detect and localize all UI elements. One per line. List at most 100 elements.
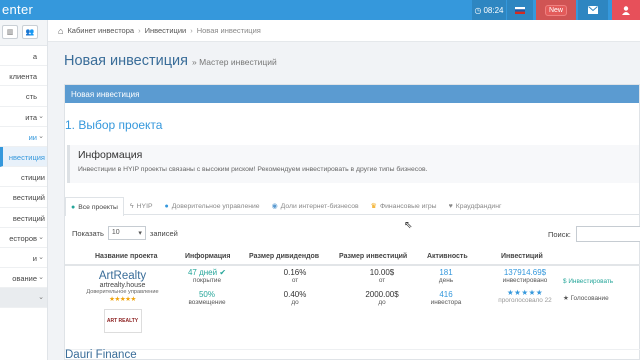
project-logo[interactable]: ART REALTY <box>103 309 142 333</box>
investment-to-label: до <box>378 299 386 306</box>
chart-icon[interactable]: ▥ <box>2 25 18 39</box>
coverage-days-unit: дней <box>199 268 218 277</box>
invested-cell: 137914.69$ инвестировано ★★★★★ проголосо… <box>485 268 565 304</box>
info-box: Информация Инвестиции в HYIP проекты свя… <box>67 145 639 183</box>
breadcrumb-home-link[interactable]: Кабинет инвестора <box>67 26 134 35</box>
sidebar-item[interactable]: и ⌄ <box>0 248 47 269</box>
tab-label: HYIP <box>136 202 153 210</box>
column-header[interactable]: Инвестиций <box>501 253 543 260</box>
top-bar: enter ◷ 08:24 New <box>0 0 640 20</box>
table-row: ArtRealty artrealty.house Доверительное … <box>65 268 640 350</box>
column-header[interactable]: Размер дивидендов <box>249 253 319 260</box>
project-name-link[interactable]: ArtRealty <box>75 270 170 282</box>
breadcrumb-section-link[interactable]: Инвестиции <box>145 26 187 35</box>
tab-label: Доверительное управление <box>171 202 260 210</box>
tab-hyip[interactable]: ϟ HYIP <box>124 196 159 215</box>
page-title-text: Новая инвестиция <box>64 53 188 69</box>
language-flag-button[interactable] <box>507 0 533 20</box>
invest-button[interactable]: $ Инвестировать <box>563 278 613 285</box>
sidebar-item[interactable]: вестиций <box>0 208 47 228</box>
tab-trust-management[interactable]: ● Доверительное управление <box>159 196 266 215</box>
sidebar-toolbar: ▥ 👥 <box>0 20 47 46</box>
tab-internet-business-shares[interactable]: ◉ Доли интернет-бизнесов <box>266 196 365 215</box>
search-control: Поиск: <box>548 226 640 242</box>
sidebar-item-label: вестиций <box>12 213 45 223</box>
tab-label: Финансовые игры <box>379 202 437 210</box>
sidebar-item[interactable]: ование ⌄ <box>0 268 47 289</box>
chevron-down-icon: ▾ <box>138 230 142 237</box>
tab-crowdfunding[interactable]: ♥ Краудфандинг <box>443 196 508 215</box>
sidebar-item-new-investment[interactable]: нвестиция <box>0 146 47 168</box>
vote-stars: ★★★★★ <box>506 288 544 297</box>
chevron-down-icon: ⌄ <box>38 274 44 282</box>
dividend-to-label: до <box>291 299 299 306</box>
invested-amount: 137914.69$ <box>503 268 547 277</box>
tab-label: Краудфандинг <box>455 202 502 210</box>
user-menu-button[interactable] <box>612 0 640 20</box>
clock-icon: ◷ <box>474 5 482 15</box>
column-header[interactable]: Размер инвестиций <box>339 253 407 260</box>
sidebar-item[interactable]: ита ⌄ <box>0 107 47 127</box>
sidebar-item-label: нвестиция <box>8 152 45 162</box>
dividend-to: 0.40% <box>283 290 307 299</box>
invested-label: инвестировано <box>502 277 548 284</box>
sidebar-item-label: и <box>32 253 37 263</box>
info-heading: Информация <box>78 149 143 161</box>
refund-label: возмещение <box>188 299 226 306</box>
dividend-from-label: от <box>291 277 299 284</box>
sidebar-item[interactable]: есторов ⌄ <box>0 228 47 248</box>
heart-icon: ♥ <box>448 202 453 210</box>
tab-financial-games[interactable]: ♛ Финансовые игры <box>365 196 443 215</box>
column-header[interactable]: Активность <box>427 253 468 260</box>
records-label: записей <box>149 228 178 238</box>
rating-stars: ★★★★★ <box>109 296 136 303</box>
globe-icon: ● <box>71 203 76 211</box>
tab-all-projects[interactable]: ● Все проекты <box>65 197 124 216</box>
brand-title: enter <box>2 2 34 17</box>
chevron-down-icon: ⌄ <box>38 112 44 120</box>
breadcrumb-current: Новая инвестиция <box>196 26 261 35</box>
sidebar-item-investments[interactable]: ии ⌄ <box>0 127 47 147</box>
search-input[interactable] <box>575 226 640 242</box>
sidebar-item[interactable]: вестиций <box>0 187 47 208</box>
sidebar-item[interactable]: ⌄ <box>0 288 47 309</box>
page-size-value: 10 <box>111 229 120 236</box>
mail-button[interactable] <box>578 0 608 20</box>
coverage-days: 47 <box>187 268 197 277</box>
coverage-label: покрытие <box>192 277 221 284</box>
users-icon[interactable]: 👥 <box>22 25 38 39</box>
page-size-control: Показать 10 ▾ записей <box>72 226 178 240</box>
refund-value: 50% <box>198 290 215 299</box>
table-header: Название проекта Информация Размер дивид… <box>65 250 640 266</box>
project-cell: ArtRealty artrealty.house Доверительное … <box>75 270 170 333</box>
search-label: Поиск: <box>548 229 571 239</box>
sidebar-item-label: клиента <box>9 72 37 82</box>
column-header[interactable]: Информация <box>185 253 230 260</box>
page-size-select[interactable]: 10 ▾ <box>107 226 146 240</box>
sidebar-item-label: стиции <box>20 173 45 183</box>
sidebar-item[interactable]: сть <box>0 86 47 107</box>
sidebar-item-label: вестиций <box>12 193 45 203</box>
activity-cell: 181 день 416 инвестора <box>421 268 471 306</box>
vote-button[interactable]: ★ Голосование <box>563 294 609 302</box>
sidebar-item-label: есторов <box>9 233 37 243</box>
chevron-down-icon: ⌄ <box>38 253 44 261</box>
page-subtitle: » Мастер инвестиций <box>192 57 277 67</box>
project-name-link[interactable]: Dauri Finance <box>65 349 137 360</box>
info-text: Инвестиции в HYIP проекты связаны с высо… <box>78 166 428 173</box>
breadcrumb: ⌂ Кабинет инвестора › Инвестиции › Новая… <box>48 20 640 42</box>
column-header[interactable]: Название проекта <box>95 253 157 260</box>
lightning-icon: ϟ <box>129 202 134 210</box>
tab-label: Доли интернет-бизнесов <box>280 202 359 210</box>
home-icon: ⌂ <box>58 25 64 36</box>
mouse-cursor-icon: ⇖ <box>404 220 413 231</box>
days-active: 181 <box>439 268 453 277</box>
sidebar-item[interactable]: клиента <box>0 66 47 87</box>
sidebar-item-label: ии <box>28 132 37 142</box>
new-notifications-button[interactable]: New <box>536 0 576 20</box>
dividend-from: 0.16% <box>283 268 307 277</box>
trophy-icon: ♛ <box>370 203 377 210</box>
investment-size-cell: 10.00$ от 2000.00$ до <box>347 268 417 306</box>
sidebar-item[interactable]: стиции <box>0 167 47 188</box>
sidebar-item[interactable]: а <box>0 46 47 67</box>
